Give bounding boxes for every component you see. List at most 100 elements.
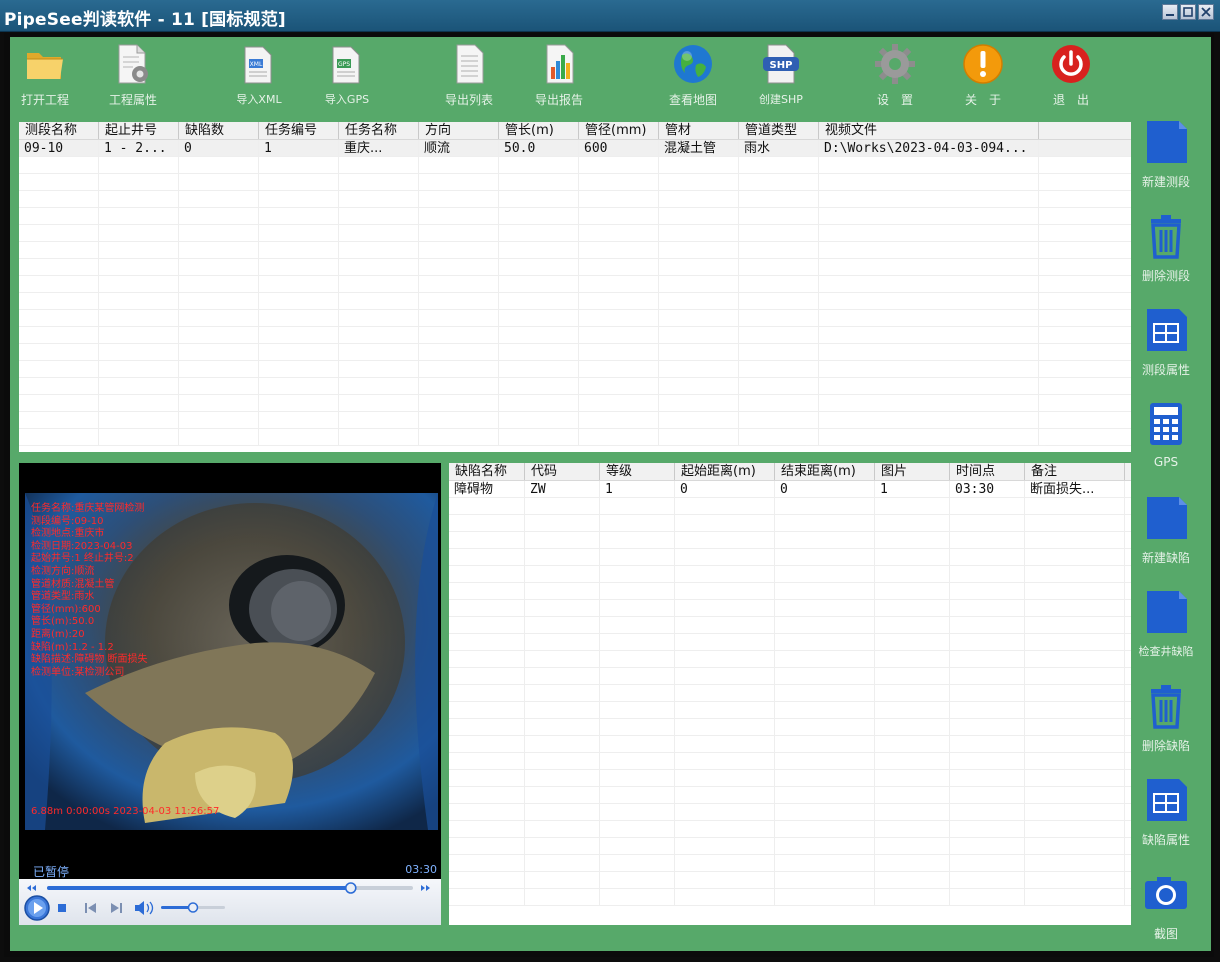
column-header[interactable]: 缺陷数	[179, 122, 259, 139]
table-row[interactable]	[449, 838, 1131, 855]
column-header[interactable]: 管长(m)	[499, 122, 579, 139]
title-bar[interactable]: PipeSee判读软件 - 11 [国标规范]	[0, 0, 1220, 32]
table-row[interactable]	[19, 378, 1131, 395]
table-row[interactable]	[19, 344, 1131, 361]
table-row[interactable]	[449, 532, 1131, 549]
column-header[interactable]: 视频文件	[819, 122, 1039, 139]
table-row[interactable]	[19, 395, 1131, 412]
table-row[interactable]	[449, 634, 1131, 651]
table-row[interactable]	[449, 617, 1131, 634]
table-row[interactable]	[449, 770, 1131, 787]
column-header[interactable]: 图片	[875, 463, 950, 480]
table-row[interactable]	[19, 412, 1131, 429]
seek-thumb[interactable]	[344, 882, 357, 894]
export-report-button[interactable]: 导出报告	[519, 43, 599, 108]
table-row[interactable]	[449, 753, 1131, 770]
table-row[interactable]	[449, 702, 1131, 719]
table-row[interactable]	[449, 583, 1131, 600]
table-row[interactable]	[449, 600, 1131, 617]
table-row[interactable]	[19, 293, 1131, 310]
open-project-button[interactable]: 打开工程	[5, 43, 85, 108]
table-row[interactable]	[19, 157, 1131, 174]
import-xml-button[interactable]: XML 导入XML	[219, 43, 299, 107]
table-cell	[449, 600, 525, 616]
table-row[interactable]	[449, 889, 1131, 906]
table-row[interactable]	[449, 515, 1131, 532]
table-row[interactable]: 09-10 1 - 2... 0 1 重庆... 顺流 50.0 600 混凝土管 雨水 D:\Wo…	[19, 140, 1131, 157]
side-button-6[interactable]: 检查井缺陷	[1134, 589, 1198, 659]
volume-icon[interactable]	[135, 901, 154, 915]
column-header[interactable]: 测段名称	[19, 122, 99, 139]
table-row[interactable]	[449, 685, 1131, 702]
column-header[interactable]: 任务名称	[339, 122, 419, 139]
export-list-button[interactable]: 导出列表	[429, 43, 509, 108]
side-button-8[interactable]: 缺陷属性	[1134, 777, 1198, 848]
column-header[interactable]: 任务编号	[259, 122, 339, 139]
column-header[interactable]: 起止井号	[99, 122, 179, 139]
table-row[interactable]	[19, 174, 1131, 191]
view-map-button[interactable]: 查看地图	[653, 43, 733, 108]
column-header[interactable]: 管径(mm)	[579, 122, 659, 139]
side-button-9[interactable]: 截图	[1134, 871, 1198, 942]
side-button-4[interactable]: GPS	[1134, 401, 1198, 469]
column-header[interactable]: 方向	[419, 122, 499, 139]
table-row[interactable]	[449, 872, 1131, 889]
side-button-5[interactable]: 新建缺陷	[1134, 495, 1198, 566]
column-header[interactable]: 缺陷名称	[449, 463, 525, 480]
table-row[interactable]	[19, 429, 1131, 446]
table-row[interactable]	[19, 242, 1131, 259]
table-row[interactable]	[19, 208, 1131, 225]
seek-back-icon[interactable]	[27, 885, 36, 891]
import-gps-button[interactable]: GPS 导入GPS	[307, 43, 387, 107]
table-row[interactable]	[449, 498, 1131, 515]
table-row[interactable]	[449, 651, 1131, 668]
table-row[interactable]	[449, 821, 1131, 838]
table-row[interactable]	[19, 191, 1131, 208]
table-row[interactable]	[449, 566, 1131, 583]
table-row[interactable]	[449, 549, 1131, 566]
column-header[interactable]: 结束距离(m)	[775, 463, 875, 480]
table-row[interactable]	[19, 327, 1131, 344]
table-row[interactable]	[449, 804, 1131, 821]
side-button-7[interactable]: 删除缺陷	[1134, 683, 1198, 754]
table-row[interactable]	[19, 310, 1131, 327]
column-header[interactable]: 起始距离(m)	[675, 463, 775, 480]
table-row[interactable]: 障碍物 ZW 1 0 0 1 03:30 断面损失...	[449, 481, 1131, 498]
table-row[interactable]	[449, 719, 1131, 736]
column-header[interactable]: 代码	[525, 463, 600, 480]
stop-button[interactable]	[58, 904, 66, 912]
column-header[interactable]: 管材	[659, 122, 739, 139]
minimize-button[interactable]	[1162, 4, 1178, 20]
side-button-1[interactable]: 新建测段	[1134, 119, 1198, 190]
maximize-button[interactable]	[1180, 4, 1196, 20]
about-button[interactable]: 关 于	[943, 43, 1023, 108]
previous-button[interactable]	[85, 903, 96, 913]
defects-table[interactable]: 缺陷名称 代码 等级 起始距离(m) 结束距离(m) 图片 时间点 备注 障碍物 ZW 1 0 0 1 03…	[449, 463, 1131, 925]
side-button-2[interactable]: 删除测段	[1134, 213, 1198, 284]
next-button[interactable]	[111, 903, 122, 913]
table-row[interactable]	[449, 736, 1131, 753]
play-button[interactable]	[24, 895, 50, 921]
table-row[interactable]	[449, 668, 1131, 685]
side-button-3[interactable]: 测段属性	[1134, 307, 1198, 378]
create-shp-button[interactable]: SHP 创建SHP	[741, 43, 821, 107]
column-header[interactable]: 等级	[600, 463, 675, 480]
video-frame[interactable]: 任务名称:重庆某管网检测 测段编号:09-10 检测地点:重庆市 检测日期:2023-…	[25, 493, 438, 830]
column-header[interactable]: 时间点	[950, 463, 1025, 480]
video-player[interactable]: 任务名称:重庆某管网检测 测段编号:09-10 检测地点:重庆市 检测日期:2023-…	[19, 463, 441, 925]
project-properties-button[interactable]: 工程属性	[93, 43, 173, 108]
exit-button[interactable]: 退 出	[1031, 43, 1111, 108]
table-row[interactable]	[19, 225, 1131, 242]
table-row[interactable]	[19, 259, 1131, 276]
column-header[interactable]: 管道类型	[739, 122, 819, 139]
close-button[interactable]	[1198, 4, 1214, 20]
seek-forward-icon[interactable]	[421, 885, 430, 891]
settings-button[interactable]: 设 置	[855, 43, 935, 108]
table-row[interactable]	[449, 855, 1131, 872]
column-header[interactable]: 备注	[1025, 463, 1125, 480]
segments-table[interactable]: 测段名称 起止井号 缺陷数 任务编号 任务名称 方向 管长(m) 管径(mm) 管材 管道类型 视频…	[19, 122, 1131, 452]
volume-thumb[interactable]	[187, 902, 199, 913]
table-row[interactable]	[449, 787, 1131, 804]
table-row[interactable]	[19, 361, 1131, 378]
table-row[interactable]	[19, 276, 1131, 293]
